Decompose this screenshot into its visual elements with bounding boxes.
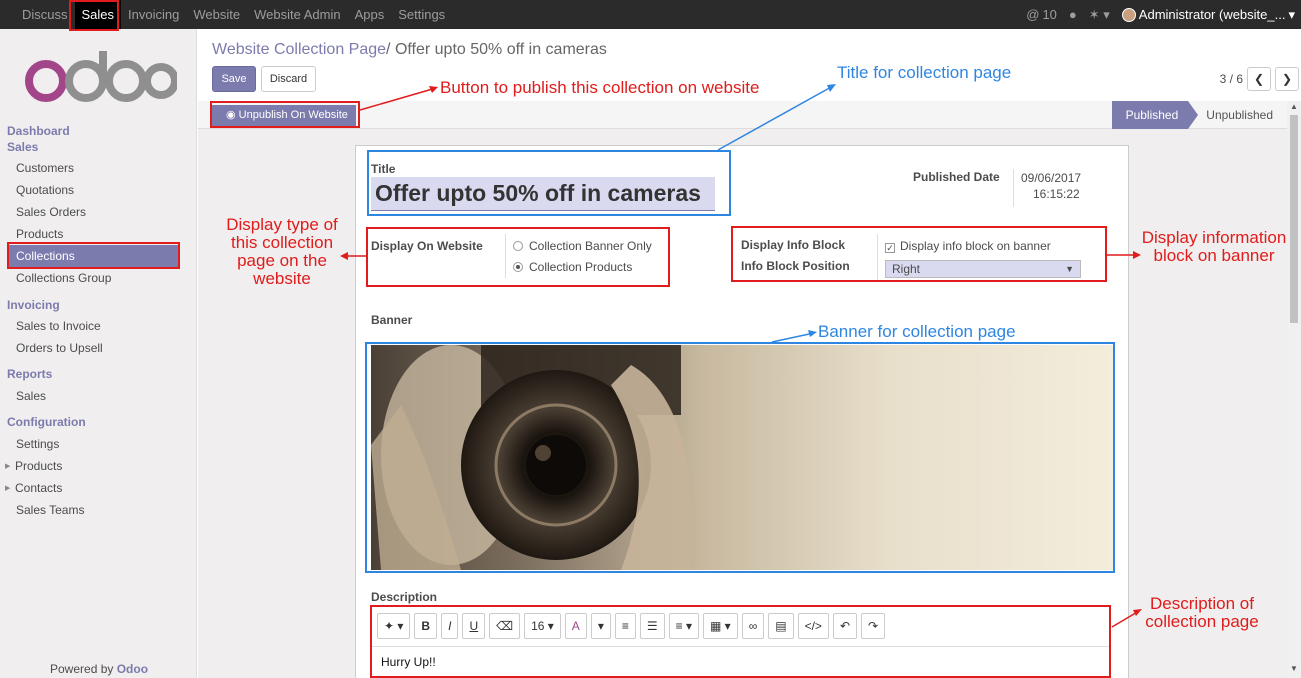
sidebar-item-sales-teams[interactable]: Sales Teams	[16, 503, 84, 517]
annotation-display-type: Display type of this collection page on …	[226, 215, 338, 288]
mentions-count: 10	[1042, 7, 1057, 22]
highlight-title	[367, 150, 731, 216]
sidebar-item-settings[interactable]: Settings	[16, 437, 59, 451]
user-name: Administrator (website_...	[1138, 7, 1286, 22]
powered-by-text: Powered by	[50, 662, 114, 676]
stage-unpublished[interactable]: Unpublished	[1188, 101, 1287, 129]
annotation-publish: Button to publish this collection on web…	[440, 78, 760, 97]
powered-by-brand[interactable]: Odoo	[117, 662, 148, 676]
menu-website[interactable]: Website	[186, 0, 247, 29]
scrollbar-thumb[interactable]	[1290, 115, 1298, 323]
breadcrumb-parent[interactable]: Website Collection Page	[212, 41, 386, 58]
breadcrumb-current: Offer upto 50% off in cameras	[394, 41, 607, 58]
sidebar-item-quotations[interactable]: Quotations	[16, 183, 74, 197]
stage-published[interactable]: Published	[1111, 101, 1198, 129]
menu-discuss[interactable]: Discuss	[15, 0, 75, 29]
menu-website-admin[interactable]: Website Admin	[247, 0, 347, 29]
annotation-title: Title for collection page	[837, 63, 1012, 82]
sidebar-item-config-products[interactable]: Products	[15, 459, 62, 473]
scroll-down-icon[interactable]: ▼	[1290, 664, 1298, 673]
scroll-up-icon[interactable]: ▲	[1290, 102, 1298, 111]
odoo-logo	[25, 51, 177, 102]
pager-previous-button[interactable]: ❮	[1247, 67, 1271, 91]
status-stages: Published Unpublished	[1111, 101, 1287, 129]
highlight-collections-item	[7, 242, 180, 269]
caret-right-icon: ▶	[5, 463, 11, 470]
divider	[1013, 169, 1014, 207]
chevron-down-icon: ▾	[1288, 6, 1295, 22]
top-navbar: Discuss Sales Invoicing Website Website …	[0, 0, 1301, 29]
sidebar-head-configuration[interactable]: Configuration	[7, 415, 86, 429]
sidebar-item-orders-to-upsell[interactable]: Orders to Upsell	[16, 341, 103, 355]
sidebar-head-dashboard[interactable]: Dashboard	[7, 124, 70, 138]
powered-by: Powered by Odoo	[50, 662, 148, 676]
highlight-description	[370, 605, 1111, 678]
description-label: Description	[371, 590, 438, 604]
pager-next-button[interactable]: ❯	[1275, 67, 1299, 91]
sidebar-item-customers[interactable]: Customers	[16, 161, 74, 175]
pager: 3 / 6 ❮ ❯	[1220, 67, 1299, 91]
discard-button[interactable]: Discard	[261, 66, 316, 92]
save-button[interactable]: Save	[212, 66, 256, 92]
chat-icon[interactable]: ●	[1063, 7, 1083, 22]
menu-invoicing[interactable]: Invoicing	[121, 0, 186, 29]
published-date-value: 09/06/2017	[1021, 171, 1082, 185]
sidebar-item-products[interactable]: Products	[16, 227, 63, 241]
annotation-banner: Banner for collection page	[818, 322, 1016, 341]
sidebar: Dashboard Sales Customers Quotations Sal…	[0, 29, 197, 678]
published-time-value: 16:15:22	[1033, 187, 1080, 201]
avatar	[1121, 7, 1136, 22]
caret-right-icon: ▶	[5, 485, 11, 492]
debug-bug-icon[interactable]: ✶ ▾	[1083, 7, 1116, 23]
highlight-sales-menu	[69, 0, 119, 31]
breadcrumb-separator: /	[386, 41, 391, 58]
app-menu: Discuss Sales Invoicing Website Website …	[0, 0, 452, 29]
banner-label: Banner	[371, 313, 413, 327]
annotation-info-block: Display information block on banner	[1141, 228, 1287, 265]
at-icon: @	[1026, 7, 1040, 22]
sidebar-item-sales-to-invoice[interactable]: Sales to Invoice	[16, 319, 101, 333]
highlight-unpublish-button	[210, 101, 360, 128]
systray: @10 ● ✶ ▾ Administrator (website_... ▾	[1020, 0, 1301, 29]
menu-apps[interactable]: Apps	[348, 0, 392, 29]
sidebar-item-reports-sales[interactable]: Sales	[16, 389, 46, 403]
annotation-description: Description of collection page	[1145, 594, 1259, 631]
chevron-left-icon: ❮	[1253, 72, 1265, 86]
published-date-label: Published Date	[913, 170, 1000, 184]
sidebar-head-reports[interactable]: Reports	[7, 367, 52, 381]
status-bar: ◉ Unpublish On Website Published Unpubli…	[198, 101, 1287, 129]
chevron-right-icon: ❯	[1281, 72, 1293, 86]
pager-value: 3 / 6	[1219, 72, 1243, 86]
sidebar-item-contacts[interactable]: Contacts	[15, 481, 62, 495]
sidebar-item-collections-group[interactable]: Collections Group	[16, 271, 111, 285]
menu-settings[interactable]: Settings	[391, 0, 452, 29]
user-menu[interactable]: Administrator (website_... ▾	[1116, 7, 1301, 23]
sidebar-item-sales-orders[interactable]: Sales Orders	[16, 205, 86, 219]
sidebar-head-sales[interactable]: Sales	[7, 140, 38, 154]
highlight-info-block	[731, 226, 1107, 282]
highlight-banner	[365, 342, 1115, 573]
highlight-display-type	[366, 227, 670, 287]
sidebar-head-invoicing[interactable]: Invoicing	[7, 298, 60, 312]
scrollbar[interactable]: ▲ ▼	[1287, 101, 1301, 678]
breadcrumb: Website Collection Page/ Offer upto 50% …	[212, 41, 607, 59]
mentions-button[interactable]: @10	[1020, 7, 1063, 22]
